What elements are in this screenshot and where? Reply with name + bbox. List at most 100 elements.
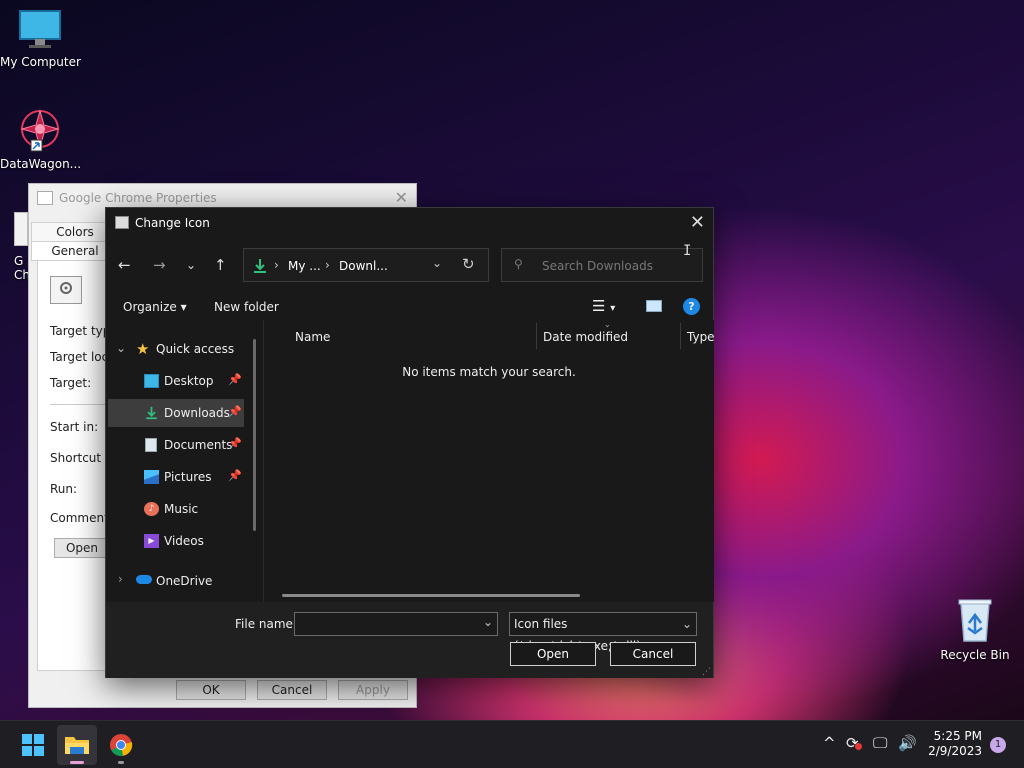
organize-label: Organize (123, 300, 177, 314)
pin-icon: 📌 (228, 437, 242, 450)
ok-button[interactable]: OK (176, 680, 246, 700)
field-label-target-location: Target loc (50, 350, 109, 364)
active-indicator (70, 761, 84, 764)
field-label-run: Run: (50, 482, 78, 496)
windows-logo-icon (22, 734, 44, 756)
address-bar[interactable]: › My ... › Downl... ⌄ ↻ (243, 248, 489, 282)
desktop-icon-datawagon[interactable]: DataWagon... (0, 106, 81, 171)
breadcrumb-separator-icon: › (274, 258, 279, 272)
breadcrumb-item-downloads[interactable]: Downl... (339, 259, 388, 273)
view-options-icon[interactable]: ☰ ▾ (592, 297, 615, 315)
nav-item-pictures[interactable]: Pictures 📌 (108, 463, 244, 491)
text-cursor-icon: I (683, 243, 692, 259)
recent-locations-chevron-icon[interactable]: ⌄ (186, 258, 196, 272)
breadcrumb-separator-icon: › (325, 258, 330, 272)
datawagon-icon (20, 109, 60, 152)
new-folder-button[interactable]: New folder (214, 300, 279, 314)
breadcrumb-item-my-computer[interactable]: My ... (288, 259, 321, 273)
volume-icon[interactable]: 🔊 (898, 734, 917, 752)
desktop-icon-label: Recycle Bin (940, 648, 1010, 662)
desktop-folder-icon (144, 374, 159, 388)
shortcut-icon (14, 212, 28, 246)
taskbar-google-chrome[interactable] (101, 725, 141, 765)
network-icon[interactable]: 🖵 (873, 734, 887, 752)
field-label-comment: Comment: (50, 511, 113, 525)
up-arrow-icon[interactable]: ↑ (214, 256, 227, 274)
start-button[interactable] (13, 725, 53, 765)
taskbar: ^ ⟳ 🖵 🔊 5:25 PM 2/9/2023 1 (0, 720, 1024, 768)
divider (50, 404, 110, 405)
expand-chevron-icon[interactable]: ⌄ (116, 341, 126, 355)
address-dropdown-chevron-icon[interactable]: ⌄ (432, 256, 442, 270)
command-bar: Organize ▾ New folder ☰ ▾ ? (106, 294, 713, 320)
close-icon[interactable]: ✕ (395, 188, 408, 207)
dialog-title: Change Icon (135, 216, 210, 230)
monitor-icon (19, 10, 61, 48)
nav-label: Desktop (164, 374, 214, 388)
error-dot (855, 743, 862, 750)
notification-badge[interactable]: 1 (990, 737, 1006, 753)
desktop-icon-recycle-bin[interactable]: Recycle Bin (935, 597, 1015, 662)
file-name-input[interactable]: ⌄ (294, 612, 498, 636)
nav-item-quick-access[interactable]: ⌄ ★ Quick access (108, 335, 244, 363)
file-type-select[interactable]: Icon files (*.ico;*.icl;*.exe;*.dll) ⌄ (509, 612, 697, 653)
nav-item-desktop[interactable]: Desktop 📌 (108, 367, 244, 395)
search-box[interactable]: ⚲ Search Downloads (501, 248, 703, 282)
refresh-icon[interactable]: ↻ (462, 255, 475, 273)
file-list: Name Date modified ⌄ Type No items match… (264, 320, 715, 602)
nav-label: Music (164, 502, 199, 516)
preview-pane-icon[interactable] (646, 300, 662, 312)
documents-icon (145, 438, 157, 452)
system-clock[interactable]: 5:25 PM 2/9/2023 (928, 729, 982, 759)
column-header-type[interactable]: Type (687, 330, 715, 344)
recycle-bin-icon (958, 599, 992, 642)
help-icon[interactable]: ? (683, 298, 700, 315)
horizontal-scrollbar[interactable] (282, 594, 580, 597)
shortcut-icon-preview (50, 276, 82, 304)
taskbar-file-explorer[interactable] (57, 725, 97, 765)
desktop-icon-label: My Computer (0, 55, 81, 69)
desktop-icon-my-computer[interactable]: My Computer (0, 8, 81, 69)
field-label-shortcut-key: Shortcut k (50, 451, 112, 465)
nav-label: Downloads (164, 406, 230, 420)
nav-item-videos[interactable]: ▶ Videos (108, 527, 244, 555)
music-icon: ♪ (144, 502, 159, 516)
window-icon (37, 191, 53, 205)
open-file-location-button[interactable]: Open (54, 538, 110, 558)
expand-chevron-icon[interactable]: › (118, 572, 123, 586)
empty-state-message: No items match your search. (402, 365, 576, 379)
clock-time: 5:25 PM (933, 729, 982, 743)
gear-icon (60, 282, 72, 294)
open-button[interactable]: Open (510, 642, 596, 666)
file-name-label: File name: (235, 617, 297, 631)
close-icon[interactable]: ✕ (690, 212, 705, 233)
nav-item-downloads[interactable]: Downloads 📌 (108, 399, 244, 427)
column-divider[interactable] (680, 323, 681, 349)
column-header-name[interactable]: Name (295, 330, 330, 344)
sort-indicator-icon: ⌄ (604, 320, 611, 329)
apply-button[interactable]: Apply (338, 680, 408, 700)
column-divider[interactable] (536, 323, 537, 349)
show-hidden-icons-chevron-icon[interactable]: ^ (823, 734, 836, 752)
sync-icon[interactable]: ⟳ (846, 734, 862, 752)
pin-icon: 📌 (228, 373, 242, 386)
resize-grip-icon[interactable]: ⋰ (702, 667, 711, 677)
navigation-scrollbar[interactable] (253, 339, 256, 531)
back-arrow-icon[interactable]: ← (118, 256, 131, 274)
chevron-down-icon[interactable]: ⌄ (682, 613, 692, 635)
chevron-down-icon[interactable]: ⌄ (483, 615, 493, 629)
search-placeholder: Search Downloads (542, 259, 653, 273)
nav-item-documents[interactable]: Documents 📌 (108, 431, 244, 459)
nav-item-onedrive[interactable]: › OneDrive (108, 567, 244, 595)
column-header-date-modified[interactable]: Date modified (543, 330, 628, 344)
cancel-button[interactable]: Cancel (610, 642, 696, 666)
nav-item-music[interactable]: ♪ Music (108, 495, 244, 523)
forward-arrow-icon[interactable]: → (153, 256, 166, 274)
dialog-titlebar[interactable]: Change Icon ✕ (106, 208, 713, 238)
nav-label: Pictures (164, 470, 212, 484)
field-label-start-in: Start in: (50, 420, 99, 434)
organize-button[interactable]: Organize ▾ (123, 300, 187, 314)
cancel-button[interactable]: Cancel (257, 680, 327, 700)
cloud-icon (136, 575, 152, 584)
nav-label: Videos (164, 534, 204, 548)
